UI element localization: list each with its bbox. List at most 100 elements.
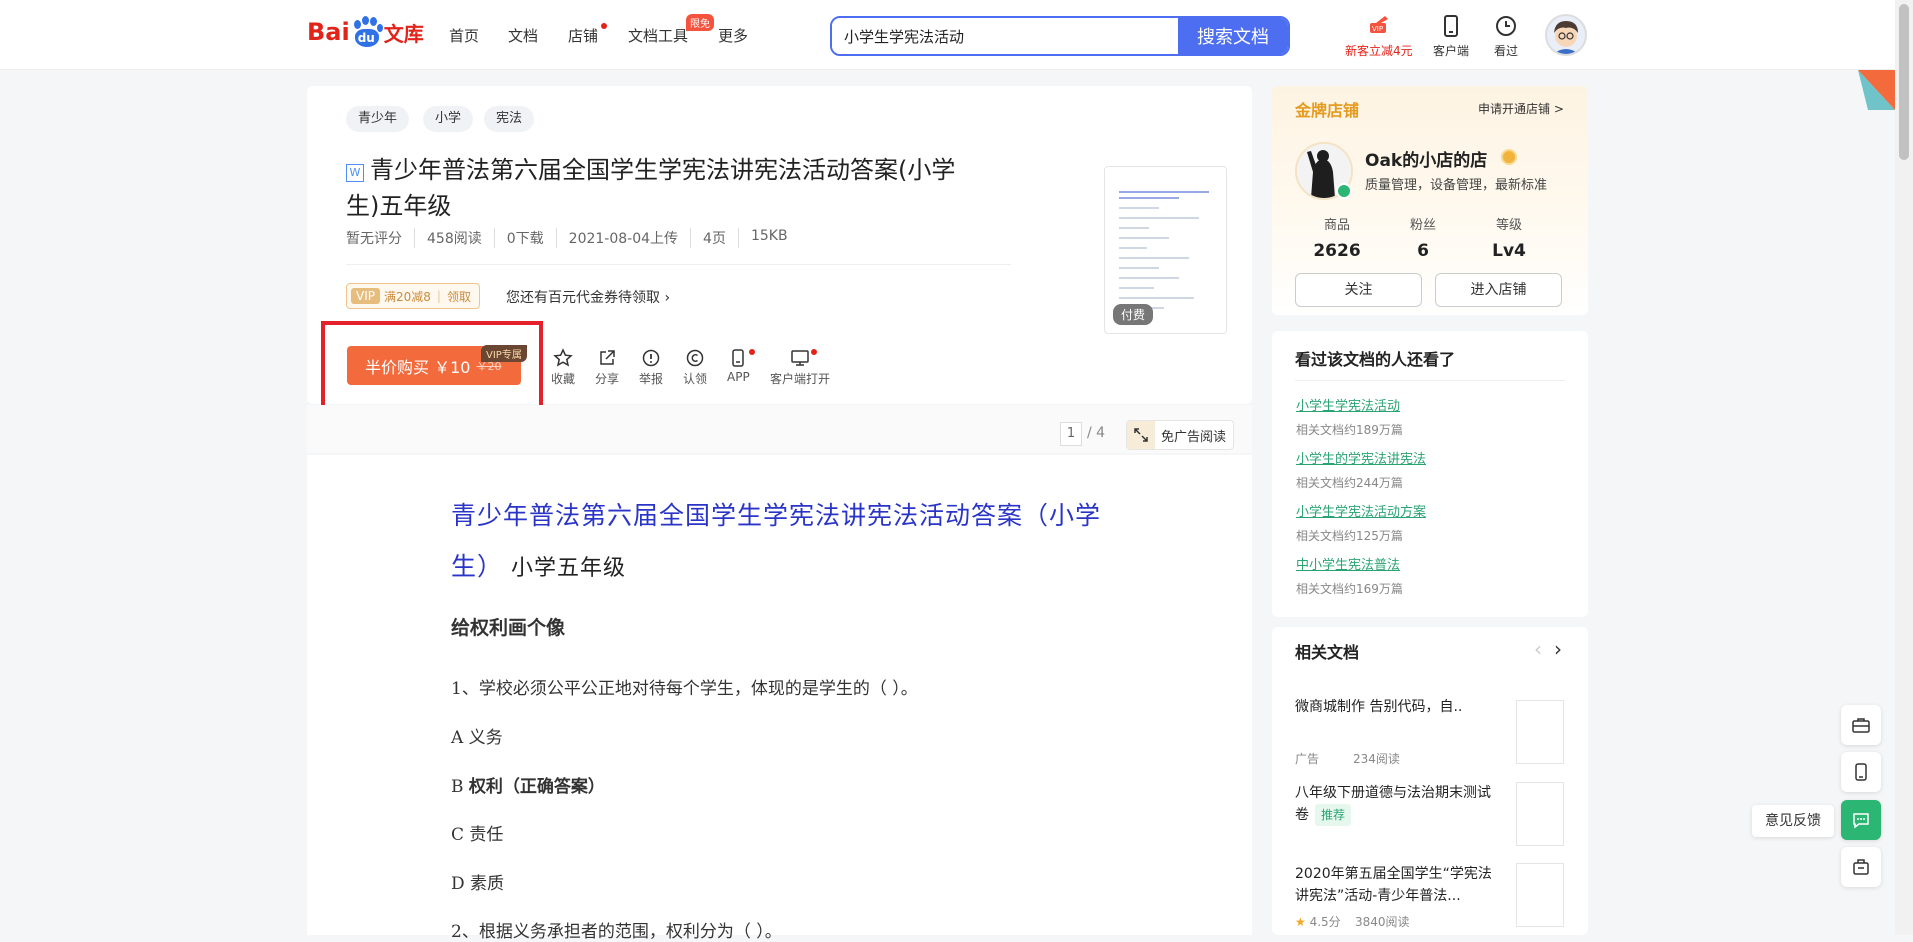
vip-promo[interactable]: VIP 新客立减4元 — [1345, 14, 1413, 59]
content-heading-line2: 生） 小学五年级 — [451, 547, 626, 583]
related-rating-value: 4.5分 — [1309, 915, 1341, 929]
scrollbar-thumb[interactable] — [1899, 4, 1909, 160]
also-viewed-count: 相关文档约125万篇 — [1296, 529, 1403, 543]
chevron-right-icon: › — [664, 290, 671, 306]
also-viewed-link[interactable]: 小学生的学宪法讲宪法 — [1296, 448, 1426, 467]
mobile-app-icon — [732, 349, 745, 367]
search-input[interactable]: 小学生学宪法活动 — [832, 18, 1178, 54]
share-label: 分享 — [595, 372, 620, 386]
meta-size: 15KB — [737, 228, 800, 248]
related-item-reads: 234阅读 — [1353, 752, 1400, 766]
stat-goods-label: 商品 — [1323, 218, 1350, 233]
report-label: 举报 — [639, 372, 664, 386]
content-q2: 2、根据义务承担者的范围，权利分为（ ）。 — [451, 922, 782, 942]
shop-desc: 质量管理，设备管理，最新标准 — [1365, 178, 1548, 193]
stat-level: 等级 Lv4 — [1469, 214, 1549, 261]
tag-constitution[interactable]: 宪法 — [484, 106, 535, 132]
prev-arrow-icon[interactable]: ‹ — [1534, 637, 1542, 661]
also-viewed-link[interactable]: 小学生学宪法活动 — [1296, 395, 1400, 414]
medal-icon — [1501, 149, 1517, 165]
briefcase-icon — [1852, 718, 1870, 733]
tag-youth[interactable]: 青少年 — [346, 106, 410, 132]
logo-du: du — [357, 31, 375, 45]
meta-rating: 暂无评分 — [346, 231, 402, 247]
favorite-action[interactable]: 收藏 — [551, 348, 575, 387]
nav-more[interactable]: 更多 — [718, 25, 748, 46]
task-float-button[interactable] — [1841, 847, 1881, 887]
option-b-prefix: B — [451, 777, 469, 797]
content-option-c: C 责任 — [451, 825, 504, 845]
desktop-icon — [791, 350, 809, 366]
stat-fans-value: 6 — [1417, 241, 1429, 261]
heading-line2-blue: 生） — [451, 552, 504, 581]
page-corner-fold-icon — [1858, 70, 1895, 110]
vip-coupon[interactable]: VIP 满20减8 | 领取 — [346, 283, 480, 309]
nav-home[interactable]: 首页 — [449, 25, 479, 46]
baidu-wenku-logo[interactable]: Bai du 文库 — [307, 14, 424, 50]
stat-fans: 粉丝 6 — [1383, 214, 1463, 261]
search-button[interactable]: 搜索文档 — [1178, 18, 1288, 54]
coupon-offer: 满20减8 — [383, 289, 431, 304]
nav-docs[interactable]: 文档 — [508, 25, 538, 46]
related-title: 相关文档 — [1295, 643, 1360, 662]
app-action[interactable]: APP — [727, 348, 750, 384]
feedback-float-button[interactable] — [1841, 800, 1881, 840]
client-entry[interactable]: 客户端 — [1433, 14, 1469, 59]
report-action[interactable]: 举报 — [639, 348, 663, 387]
doc-toolbar — [307, 405, 1252, 453]
enter-shop-button[interactable]: 进入店铺 — [1435, 273, 1562, 307]
page-number-input[interactable]: 1 — [1060, 422, 1082, 446]
paid-badge: 付费 — [1113, 304, 1154, 325]
ad-free-reading-button[interactable]: 免广告阅读 — [1126, 420, 1234, 450]
follow-button[interactable]: 关注 — [1295, 273, 1422, 307]
coupon-tip[interactable]: 您还有百元代金券待领取 › — [506, 287, 670, 307]
stat-goods-value: 2626 — [1313, 241, 1361, 261]
claim-label: 认领 — [683, 372, 708, 386]
mobile-float-button[interactable] — [1841, 752, 1881, 792]
nav-doc-tools[interactable]: 文档工具 — [628, 25, 688, 46]
toolbox-float-button[interactable] — [1841, 705, 1881, 745]
related-item-title[interactable]: 微商城制作 告别代码，自.. — [1295, 696, 1495, 718]
meta-pages: 4页 — [690, 228, 738, 248]
also-viewed-link[interactable]: 中小学生宪法普法 — [1296, 554, 1400, 573]
related-item-title[interactable]: 八年级下册道德与法治期末测试卷 推荐 — [1295, 782, 1495, 826]
user-avatar[interactable] — [1545, 14, 1587, 56]
star-icon — [553, 348, 573, 367]
vip-ticket-icon: VIP — [1369, 16, 1388, 33]
coupon-claim[interactable]: 领取 — [447, 288, 471, 305]
paw-icon: du — [351, 16, 383, 48]
share-action[interactable]: 分享 — [595, 348, 619, 387]
related-thumb[interactable] — [1516, 782, 1564, 846]
history-entry[interactable]: 看过 — [1494, 14, 1518, 59]
bag-icon — [1853, 859, 1869, 875]
doc-title-text: 青少年普法第六届全国学生学宪法讲宪法活动答案(小学生)五年级 — [346, 156, 956, 220]
content-section-title: 给权利画个像 — [451, 617, 566, 639]
content-heading-line1: 青少年普法第六届全国学生学宪法讲宪法活动答案（小学 — [451, 501, 1102, 530]
report-icon — [642, 349, 660, 367]
history-label: 看过 — [1494, 44, 1519, 58]
doc-meta: 暂无评分 458阅读 0下载 2021-08-04上传 4页 15KB — [346, 228, 800, 248]
stat-level-label: 等级 — [1495, 218, 1522, 233]
claim-action[interactable]: 认领 — [683, 348, 707, 387]
meta-downloads: 0下载 — [493, 228, 556, 248]
related-thumb[interactable] — [1516, 700, 1564, 764]
expand-icon — [1127, 421, 1155, 449]
also-viewed-link[interactable]: 小学生学宪法活动方案 — [1296, 501, 1426, 520]
also-viewed-title: 看过该文档的人还看了 — [1295, 350, 1456, 369]
related-item-title[interactable]: 2020年第五届全国学生“学宪法讲宪法”活动-青少年普法... — [1295, 863, 1495, 907]
star-rating-icon: ★ — [1295, 915, 1306, 929]
next-arrow-icon[interactable]: › — [1554, 637, 1562, 661]
clock-icon — [1496, 16, 1516, 36]
shop-red-dot — [601, 23, 607, 29]
phone-icon — [1444, 15, 1458, 37]
page-total: / 4 — [1087, 425, 1106, 441]
open-in-client-action[interactable]: 客户端打开 — [770, 348, 830, 387]
nav-shop[interactable]: 店铺 — [568, 25, 598, 46]
scrollbar[interactable] — [1895, 0, 1913, 935]
content-option-a: A 义务 — [451, 728, 503, 748]
apply-shop-link[interactable]: 申请开通店铺 > — [1478, 100, 1564, 117]
shop-name[interactable]: Oak的小店的店 — [1365, 146, 1487, 171]
tag-primary[interactable]: 小学 — [423, 106, 474, 132]
feedback-tooltip: 意见反馈 — [1752, 805, 1834, 837]
related-thumb[interactable] — [1516, 863, 1564, 927]
